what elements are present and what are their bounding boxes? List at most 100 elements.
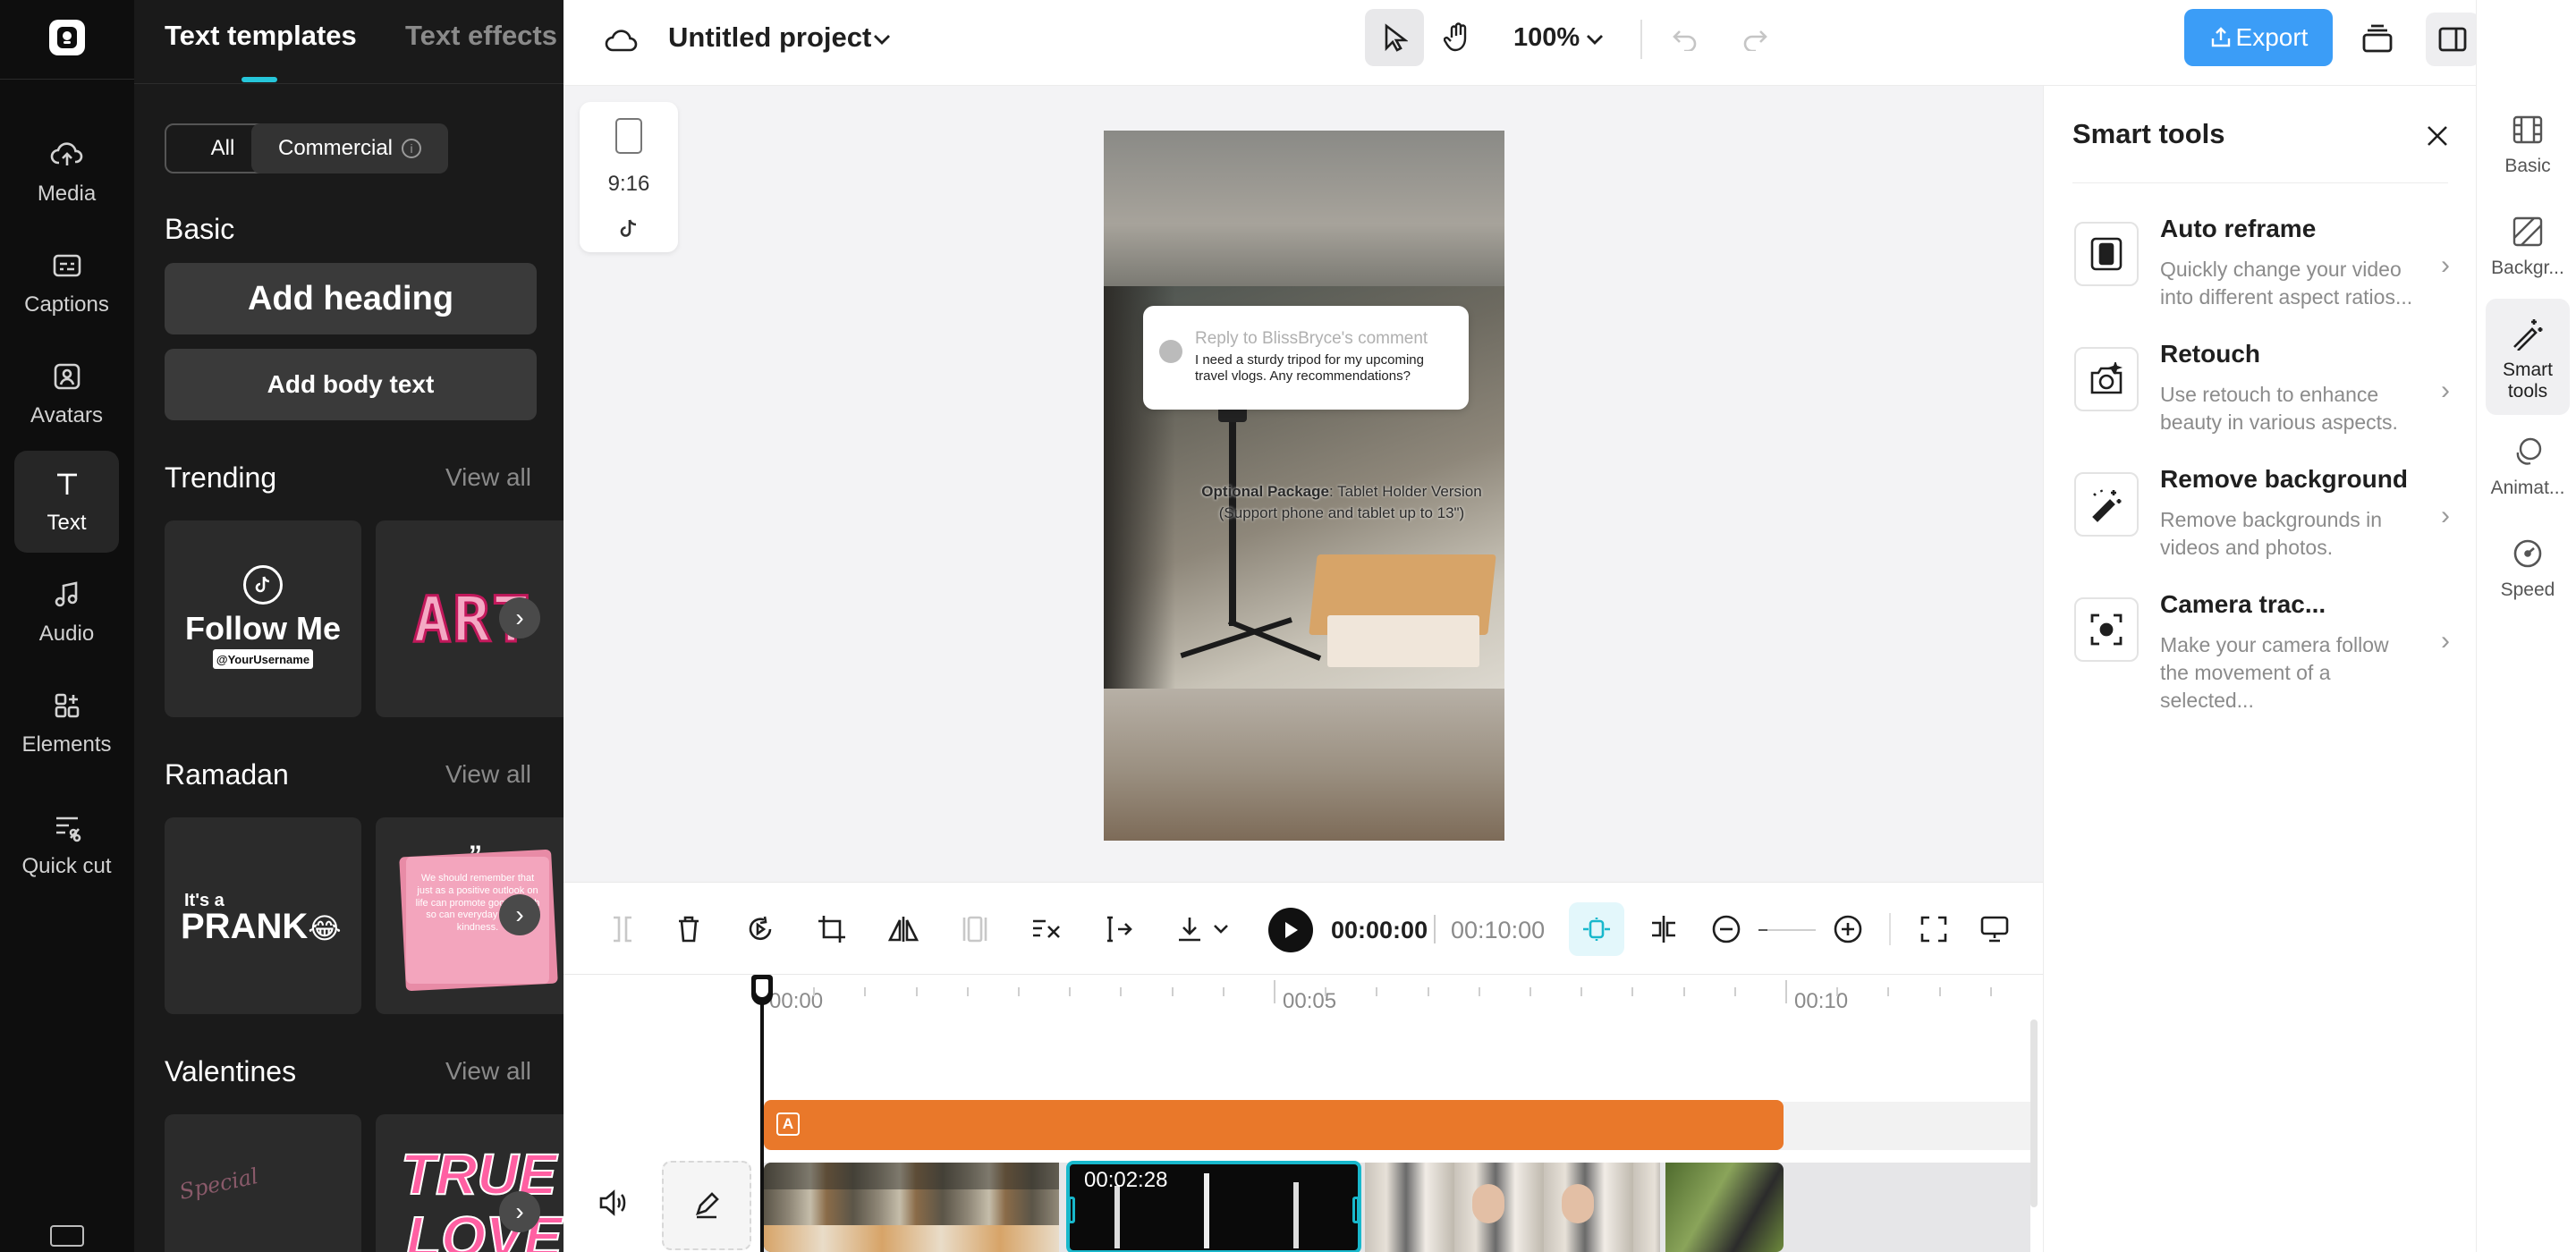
hand-tool-button[interactable] bbox=[1431, 11, 1485, 64]
zoom-chevron-down-icon[interactable] bbox=[1581, 25, 1608, 54]
tool-desc: Quickly change your video into different… bbox=[2160, 258, 2413, 309]
sidebar-item-text[interactable]: Text bbox=[14, 451, 119, 553]
close-icon[interactable] bbox=[2419, 118, 2455, 154]
sidebar-item-quick-cut[interactable]: Quick cut bbox=[14, 787, 119, 903]
tool-name: Remove background bbox=[2160, 465, 2408, 493]
trending-next-button[interactable]: › bbox=[499, 597, 540, 639]
info-icon[interactable]: i bbox=[402, 139, 421, 158]
tab-text-templates[interactable]: Text templates bbox=[165, 20, 357, 52]
sidebar-item-audio[interactable]: Audio bbox=[14, 562, 119, 664]
mute-icon[interactable] bbox=[592, 1182, 633, 1223]
ruler-tick bbox=[1274, 980, 1275, 1003]
video-clip-selected[interactable]: 00:02:28 bbox=[1066, 1161, 1361, 1252]
keyboard-icon[interactable] bbox=[50, 1225, 84, 1247]
overlay-caption: Optional Package: Tablet Holder Version … bbox=[1181, 481, 1503, 524]
sidebar-item-captions[interactable]: Captions bbox=[14, 233, 119, 334]
app-logo[interactable] bbox=[49, 20, 85, 55]
comment-body: I need a sturdy tripod for my upcoming t… bbox=[1195, 352, 1424, 384]
crop-icon[interactable] bbox=[814, 911, 850, 947]
video-clip-4[interactable] bbox=[1665, 1163, 1784, 1252]
ramadan-next-button[interactable]: › bbox=[499, 894, 540, 935]
tool-retouch[interactable]: Retouch Use retouch to enhance beauty in… bbox=[2074, 340, 2459, 465]
template-special[interactable]: Special bbox=[165, 1114, 361, 1252]
redo-icon[interactable] bbox=[1735, 20, 1775, 59]
toggle-panel-button[interactable] bbox=[2426, 13, 2479, 66]
tab-text-effects[interactable]: Text effects bbox=[405, 20, 557, 52]
play-button[interactable] bbox=[1268, 908, 1313, 952]
sidebar-item-avatars[interactable]: Avatars bbox=[14, 343, 119, 445]
split-icon[interactable] bbox=[605, 911, 640, 947]
rail-speed[interactable]: Speed bbox=[2486, 519, 2570, 635]
zoom-in-icon[interactable] bbox=[1830, 911, 1866, 947]
rail-animation[interactable]: Animat... bbox=[2486, 417, 2570, 533]
tool-remove-background[interactable]: Remove background Remove backgrounds in … bbox=[2074, 465, 2459, 590]
tool-camera-tracking[interactable]: Camera trac... Make your camera follow t… bbox=[2074, 590, 2459, 715]
timeline-scrollbar[interactable] bbox=[2030, 1019, 2038, 1207]
download-icon[interactable] bbox=[1172, 911, 1208, 947]
rail-background[interactable]: Backgr... bbox=[2486, 197, 2570, 313]
snap-toggle[interactable] bbox=[1569, 902, 1624, 956]
download-chevron-icon[interactable] bbox=[1209, 917, 1233, 942]
ruler-tick bbox=[1631, 987, 1634, 996]
replace-icon[interactable] bbox=[742, 911, 778, 947]
preview-panel-icon[interactable] bbox=[1977, 911, 2012, 947]
flip-icon[interactable] bbox=[886, 911, 921, 947]
video-clip-3[interactable] bbox=[1365, 1163, 1660, 1252]
freeze-icon[interactable] bbox=[957, 911, 993, 947]
overlay-line-2: (Support phone and tablet up to 13") bbox=[1218, 503, 1465, 521]
valentines-next-button[interactable]: › bbox=[499, 1191, 540, 1232]
active-tab-indicator bbox=[242, 77, 277, 82]
tool-auto-reframe[interactable]: Auto reframe Quickly change your video i… bbox=[2074, 215, 2459, 340]
text-clip[interactable]: A bbox=[764, 1100, 1784, 1150]
trim-handle-left[interactable] bbox=[1070, 1197, 1075, 1223]
tool-desc: Use retouch to enhance beauty in various… bbox=[2160, 383, 2398, 435]
template-prank[interactable]: It's a PRANK😂 bbox=[165, 817, 361, 1014]
zoom-out-icon[interactable] bbox=[1708, 911, 1744, 947]
elements-grid-icon bbox=[55, 694, 79, 718]
playhead-handle[interactable] bbox=[751, 975, 773, 1005]
sidebar-item-elements[interactable]: Elements bbox=[14, 673, 119, 774]
cloud-save-icon[interactable] bbox=[603, 21, 640, 59]
ramadan-view-all[interactable]: View all bbox=[445, 760, 531, 789]
chevron-right-icon: › bbox=[2441, 501, 2450, 530]
zoom-level[interactable]: 100% bbox=[1513, 23, 1580, 53]
add-heading-button[interactable]: Add heading bbox=[165, 263, 537, 334]
ruler-tick bbox=[915, 987, 918, 996]
cursor-icon bbox=[1385, 23, 1408, 52]
video-preview[interactable]: Reply to BlissBryce's comment I need a s… bbox=[1104, 131, 1504, 841]
sidebar-item-label: Media bbox=[37, 182, 97, 207]
rail-basic[interactable]: Basic bbox=[2486, 95, 2570, 211]
valentines-view-all[interactable]: View all bbox=[445, 1057, 531, 1086]
add-body-text-button[interactable]: Add body text bbox=[165, 349, 537, 420]
tool-desc: Remove backgrounds in videos and photos. bbox=[2160, 508, 2383, 560]
chevron-right-icon: › bbox=[2441, 626, 2450, 656]
timeline-ruler[interactable]: 00:00 00:05 00:10 bbox=[564, 975, 2043, 1028]
delete-icon[interactable] bbox=[671, 911, 707, 947]
layers-icon[interactable] bbox=[2356, 18, 2399, 61]
template-true-love[interactable]: TRUE LOVE bbox=[376, 1114, 564, 1252]
fullscreen-icon[interactable] bbox=[1916, 911, 1952, 947]
trim-handle-right[interactable] bbox=[1352, 1197, 1358, 1223]
undo-icon[interactable] bbox=[1665, 20, 1705, 59]
trim-icon[interactable] bbox=[1100, 911, 1136, 947]
split-at-playhead-icon[interactable] bbox=[1646, 911, 1682, 947]
template-follow-me[interactable]: Follow Me @YourUsername bbox=[165, 520, 361, 717]
sidebar-item-media[interactable]: Media bbox=[14, 122, 119, 224]
trending-view-all[interactable]: View all bbox=[445, 463, 531, 492]
chevron-down-icon[interactable] bbox=[868, 25, 896, 54]
trending-title: Trending bbox=[165, 461, 277, 494]
toolbar-divider bbox=[1889, 913, 1891, 945]
tiktok-icon bbox=[243, 565, 283, 605]
export-button[interactable]: Export bbox=[2184, 9, 2333, 66]
filter-commercial[interactable]: Commercial i bbox=[251, 123, 448, 173]
rail-smart-tools[interactable]: Smart tools bbox=[2486, 299, 2570, 415]
aspect-ratio-selector[interactable]: 9:16 bbox=[580, 102, 678, 252]
select-tool-button[interactable] bbox=[1365, 9, 1424, 66]
speed-adjust-icon[interactable] bbox=[1029, 911, 1064, 947]
cover-edit-button[interactable] bbox=[662, 1161, 751, 1250]
video-clip-1[interactable] bbox=[764, 1163, 1059, 1252]
ruler-tick bbox=[1887, 987, 1890, 996]
project-name[interactable]: Untitled project bbox=[668, 21, 871, 54]
avatar-icon bbox=[54, 364, 80, 390]
background-icon bbox=[2512, 216, 2543, 247]
